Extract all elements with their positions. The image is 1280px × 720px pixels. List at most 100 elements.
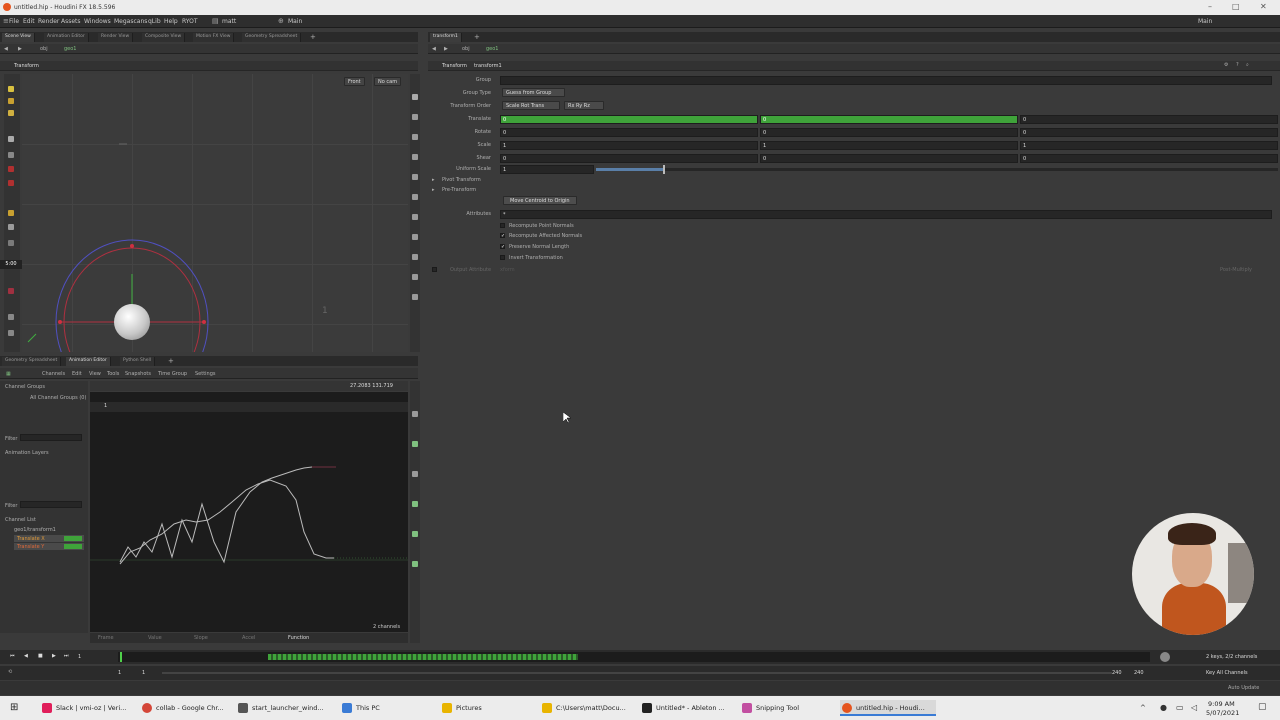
range-start[interactable]: 1: [118, 670, 121, 676]
clock-date[interactable]: 5/07/2021: [1206, 709, 1239, 717]
handle-tool-icon[interactable]: [8, 136, 14, 142]
scale-x-field[interactable]: 1: [500, 141, 758, 150]
volume-icon[interactable]: ◁: [1191, 703, 1197, 712]
add-tab-icon[interactable]: +: [310, 33, 316, 41]
taskbar-app-slack[interactable]: Slack | vmi-oz | Veri...: [40, 700, 136, 716]
anim-menu-view[interactable]: View: [89, 371, 101, 377]
menu-megascans[interactable]: Megascans: [114, 18, 147, 25]
scene-viewport[interactable]: 1 Front No cam: [22, 74, 408, 352]
output-attribute-checkbox[interactable]: [432, 267, 437, 272]
maximize-icon[interactable]: □: [1232, 2, 1240, 11]
snap-tool-icon[interactable]: [8, 240, 14, 246]
menu-windows[interactable]: Windows: [84, 18, 111, 25]
footer-function[interactable]: Function: [288, 635, 309, 641]
group-type-menu[interactable]: Guess from Group: [502, 88, 565, 97]
taskbar-app-thispc[interactable]: This PC: [340, 700, 436, 716]
tab-scene-view[interactable]: Scene View: [2, 33, 35, 42]
group-field[interactable]: [500, 76, 1272, 85]
forward-icon[interactable]: ▶: [18, 46, 22, 52]
shear-y-field[interactable]: 0: [760, 154, 1018, 163]
menu-help[interactable]: Help: [164, 18, 178, 25]
channel-row-translate-x[interactable]: Translate X: [14, 535, 84, 542]
anim-menu-settings[interactable]: Settings: [195, 371, 216, 377]
translate-y-field[interactable]: 0: [760, 115, 1018, 124]
auto-tangent-icon[interactable]: [412, 501, 418, 507]
tab-composite-view[interactable]: Composite View: [142, 33, 186, 42]
frame-all-icon[interactable]: [412, 411, 418, 417]
pretransform-expand-icon[interactable]: ▸: [432, 187, 435, 193]
channel-translate-y-toggle[interactable]: [64, 544, 82, 549]
desk-name[interactable]: matt: [222, 18, 236, 25]
normals-icon[interactable]: [412, 214, 418, 220]
rotate-tool-icon[interactable]: [8, 110, 14, 116]
tab-python-shell[interactable]: Python Shell: [120, 357, 156, 366]
flipbook-icon[interactable]: [412, 294, 418, 300]
range-end2[interactable]: 240: [1134, 670, 1144, 676]
path-geo[interactable]: geo1: [486, 46, 499, 52]
add-tab-icon[interactable]: +: [168, 357, 174, 365]
range-end[interactable]: 240: [1112, 670, 1122, 676]
rotate-x-field[interactable]: 0: [500, 128, 758, 137]
menu-render[interactable]: Render: [38, 18, 59, 25]
uniform-scale-slider-track[interactable]: [596, 165, 1278, 174]
play-icon[interactable]: ▶: [52, 653, 56, 659]
filter-input-2[interactable]: [20, 501, 82, 508]
minimize-icon[interactable]: –: [1208, 2, 1212, 11]
tab-animation-editor-lower[interactable]: Animation Editor: [66, 357, 111, 366]
view-tool-icon[interactable]: [8, 224, 14, 230]
help-icon[interactable]: ?: [1236, 62, 1239, 68]
lock-camera-icon[interactable]: [412, 114, 418, 120]
taskbar-app-pictures[interactable]: Pictures: [440, 700, 536, 716]
brush-tool-icon[interactable]: [8, 210, 14, 216]
pin-tool-icon[interactable]: [8, 330, 14, 336]
menu-ryot[interactable]: RYOT: [182, 18, 198, 25]
tray-chevron-icon[interactable]: ^: [1140, 704, 1146, 712]
camera-menu[interactable]: No cam: [374, 77, 402, 86]
range-start2[interactable]: 1: [142, 670, 145, 676]
taskbar-app-explorer[interactable]: C:\Users\matt\Docu...: [540, 700, 636, 716]
step-back-icon[interactable]: ◀: [24, 653, 28, 659]
shear-z-field[interactable]: 0: [1020, 154, 1278, 163]
sphere-geometry[interactable]: [114, 304, 150, 340]
path-geo[interactable]: geo1: [64, 46, 77, 52]
snapshot-icon[interactable]: [412, 254, 418, 260]
notifications-icon[interactable]: ▢: [1258, 702, 1267, 712]
graph-editor[interactable]: 1 2 channels: [90, 392, 408, 632]
camera-tool-icon[interactable]: [8, 180, 14, 186]
output-attribute-field[interactable]: xform: [500, 267, 515, 273]
key-mode-icon[interactable]: [1160, 652, 1170, 662]
rotate-z-field[interactable]: 0: [1020, 128, 1278, 137]
points-icon[interactable]: [412, 194, 418, 200]
taskbar-app-snipping[interactable]: Snipping Tool: [740, 700, 836, 716]
display-options-icon[interactable]: [412, 94, 418, 100]
animation-curve[interactable]: [90, 392, 408, 632]
footer-frame[interactable]: Frame: [98, 635, 114, 641]
menu-file[interactable]: File: [9, 18, 19, 25]
path-obj[interactable]: obj: [40, 46, 48, 52]
record-icon[interactable]: [8, 288, 14, 294]
stop-icon[interactable]: ■: [38, 653, 43, 659]
channel-translate-x-toggle[interactable]: [64, 536, 82, 541]
shading-icon[interactable]: [412, 134, 418, 140]
translate-x-field[interactable]: 0: [500, 115, 758, 124]
tab-animation-editor[interactable]: Animation Editor: [44, 33, 89, 42]
background-icon[interactable]: [412, 274, 418, 280]
gear-icon[interactable]: ⚙: [1224, 62, 1228, 68]
auto-update[interactable]: Auto Update: [1228, 685, 1259, 691]
recompute-point-normals-checkbox[interactable]: [500, 223, 505, 228]
pivot-expand-icon[interactable]: ▸: [432, 177, 435, 183]
anim-menu-channels[interactable]: Channels: [42, 371, 65, 377]
node-name[interactable]: transform1: [474, 63, 502, 69]
invert-transformation-checkbox[interactable]: [500, 255, 505, 260]
network-icon[interactable]: ▭: [1176, 703, 1184, 712]
anim-menu-time-group[interactable]: Time Group: [158, 371, 187, 377]
select-tool-icon[interactable]: [8, 86, 14, 92]
anim-menu-tools[interactable]: Tools: [107, 371, 119, 377]
key-tool-icon[interactable]: [412, 441, 418, 447]
go-end-icon[interactable]: ⏭: [64, 653, 69, 659]
pose-tool-icon[interactable]: [8, 152, 14, 158]
scale-z-field[interactable]: 1: [1020, 141, 1278, 150]
key-all-channels[interactable]: Key All Channels: [1206, 670, 1248, 676]
anim-menu-edit[interactable]: Edit: [72, 371, 82, 377]
clock-time[interactable]: 9:09 AM: [1208, 700, 1235, 708]
